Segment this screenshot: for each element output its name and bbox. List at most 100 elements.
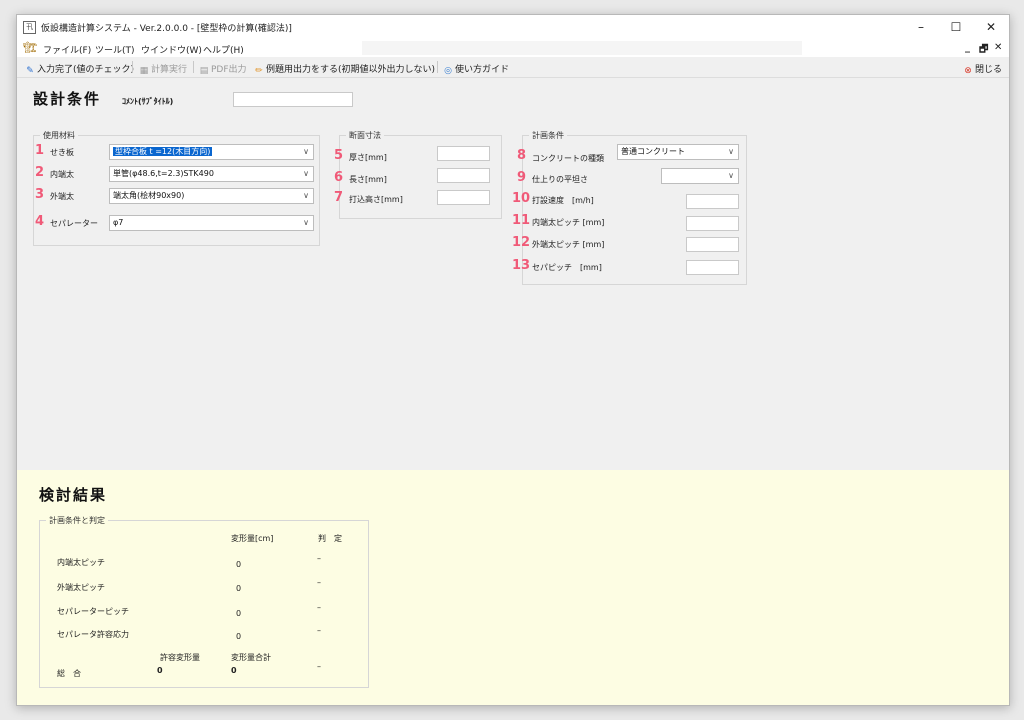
pencil-icon: ✏ [255, 66, 263, 76]
plan-caption: 計画条件 [529, 130, 567, 141]
toolbar-separator [193, 61, 194, 73]
menu-spacer [362, 41, 802, 55]
inner-bar-select[interactable]: 単管(φ48.6,t=2.3)STK490 ∨ [109, 166, 314, 182]
chevron-down-icon: ∨ [728, 171, 734, 180]
result-row-value: 0 [236, 632, 242, 641]
edit-check-icon: ✎ [26, 66, 34, 76]
calc-run-button[interactable]: ▦ 計算実行 [139, 62, 187, 76]
total-label: 総 合 [57, 669, 81, 678]
thickness-label: 厚さ[mm] [349, 153, 387, 162]
close-circle-icon: ⊗ [964, 66, 972, 76]
calculator-icon: ▦ [139, 66, 149, 76]
result-row-label: セパレーターピッチ [57, 607, 129, 616]
app-window: 卂 仮設構造計算システム - Ver.2.0.0.0 - [壁型枠の計算(確認法… [16, 14, 1010, 706]
pour-speed-input[interactable] [686, 194, 739, 209]
section-caption: 断面寸法 [346, 130, 384, 141]
length-input[interactable] [437, 168, 490, 183]
guide-label: 使い方ガイド [455, 65, 510, 75]
maximize-button[interactable]: ☐ [939, 15, 973, 39]
plan-num-11: 11 [512, 213, 531, 228]
menu-file[interactable]: ファイル(F) [43, 43, 91, 56]
title-bar: 卂 仮設構造計算システム - Ver.2.0.0.0 - [壁型枠の計算(確認法… [17, 15, 1009, 39]
results-heading: 検討結果 [39, 486, 108, 504]
length-label: 長さ[mm] [349, 175, 387, 184]
section-num-5: 5 [334, 148, 344, 163]
mdi-close-button[interactable]: ✕ [994, 42, 1002, 53]
concrete-type-select[interactable]: 普通コンクリート ∨ [617, 144, 739, 160]
material-num-3: 3 [35, 187, 45, 202]
chevron-down-icon: ∨ [303, 191, 309, 200]
material-num-1: 1 [35, 143, 45, 158]
result-row-value: 0 [236, 560, 242, 569]
inner-pitch-input[interactable] [686, 216, 739, 231]
sepa-pitch-input[interactable] [686, 260, 739, 275]
plan-num-12: 12 [512, 235, 531, 250]
plan-num-8: 8 [517, 148, 527, 163]
section-num-6: 6 [334, 170, 344, 185]
menu-tools[interactable]: ツール(T) [95, 43, 135, 56]
pour-height-input[interactable] [437, 190, 490, 205]
outer-pitch-label: 外端太ピッチ [mm] [532, 240, 605, 249]
input-done-button[interactable]: ✎ 入力完了(値のチェック) [25, 62, 134, 76]
example-output-button[interactable]: ✏ 例題用出力をする(初期値以外出力しない) [254, 62, 435, 76]
toolbar: ✎ 入力完了(値のチェック) ▦ 計算実行 ▤ PDF出力 ✏ 例題用出力をする(初期値… [17, 57, 1009, 78]
separator-select[interactable]: φ7 ∨ [109, 215, 314, 231]
pour-speed-label: 打設速度 [m/h] [532, 196, 594, 205]
total-judge: – [317, 662, 321, 671]
allow-deform-value: 0 [157, 666, 163, 675]
close-window-button[interactable]: ✕ [974, 15, 1008, 39]
deform-sum-value: 0 [231, 666, 237, 675]
outer-bar-select[interactable]: 端太角(桧材90x90) ∨ [109, 188, 314, 204]
pour-height-label: 打込高さ[mm] [349, 195, 403, 204]
comment-label: ｺﾒﾝﾄ(ｻﾌﾞﾀｲﾄﾙ) [122, 97, 174, 106]
flatness-label: 仕上りの平坦さ [532, 175, 588, 184]
chevron-down-icon: ∨ [303, 147, 309, 156]
outer-pitch-input[interactable] [686, 237, 739, 252]
result-row-label: 外端太ピッチ [57, 583, 105, 592]
thickness-input[interactable] [437, 146, 490, 161]
guide-button[interactable]: ◎ 使い方ガイド [443, 62, 509, 76]
plan-num-9: 9 [517, 170, 527, 185]
result-row-value: 0 [236, 609, 242, 618]
concrete-type-select-value: 普通コンクリート [621, 147, 685, 156]
app-icon: 卂 [23, 21, 36, 34]
chevron-down-icon: ∨ [303, 218, 309, 227]
toolbar-separator [132, 61, 133, 73]
results-caption: 計画条件と判定 [46, 515, 108, 526]
pdf-output-button[interactable]: ▤ PDF出力 [199, 62, 247, 76]
menu-help[interactable]: ヘルプ(H) [203, 43, 244, 56]
sepa-pitch-label: セパピッチ [mm] [532, 263, 602, 272]
judge-col-header: 判 定 [318, 534, 342, 543]
mdi-minimize-button[interactable]: _ [965, 42, 970, 53]
app-menu-icon[interactable]: 🏗 [23, 42, 37, 54]
chevron-down-icon: ∨ [728, 147, 734, 156]
design-heading: 設計条件 [33, 90, 102, 108]
help-guide-icon: ◎ [444, 66, 452, 76]
result-row-label: セパレータ許容応力 [57, 630, 129, 639]
results-panel: 検討結果 計画条件と判定 変形量[cm] 判 定 内端太ピッチ 0 – 外端太ピ… [17, 470, 1009, 705]
close-form-button[interactable]: ⊗ 閉じる [963, 62, 1002, 76]
result-row-label: 内端太ピッチ [57, 558, 105, 567]
example-output-label: 例題用出力をする(初期値以外出力しない) [266, 65, 436, 75]
inner-pitch-label: 内端太ピッチ [mm] [532, 218, 605, 227]
allow-deform-label: 許容変形量 [160, 653, 200, 662]
window-title: 仮設構造計算システム - Ver.2.0.0.0 - [壁型枠の計算(確認法)] [41, 24, 292, 34]
menu-window[interactable]: ウインドウ(W) [141, 43, 202, 56]
materials-caption: 使用材料 [40, 130, 78, 141]
outer-bar-select-value: 端太角(桧材90x90) [113, 191, 185, 200]
comment-input[interactable] [233, 92, 353, 107]
sekiita-select-value: 型枠合板 t =12(木目方向) [113, 147, 213, 156]
pdf-icon: ▤ [199, 66, 209, 76]
deform-sum-label: 変形量合計 [231, 653, 271, 662]
minimize-button[interactable]: – [904, 15, 938, 39]
material-label-sekiita: せき板 [50, 148, 74, 157]
result-row-judge: – [317, 603, 321, 612]
flatness-select[interactable]: ∨ [661, 168, 739, 184]
sekiita-select[interactable]: 型枠合板 t =12(木目方向) ∨ [109, 144, 314, 160]
close-form-label: 閉じる [975, 65, 1003, 75]
result-row-judge: – [317, 554, 321, 563]
pdf-output-label: PDF出力 [211, 65, 247, 75]
deform-col-header: 変形量[cm] [231, 534, 274, 543]
separator-select-value: φ7 [113, 218, 124, 227]
section-num-7: 7 [334, 190, 344, 205]
